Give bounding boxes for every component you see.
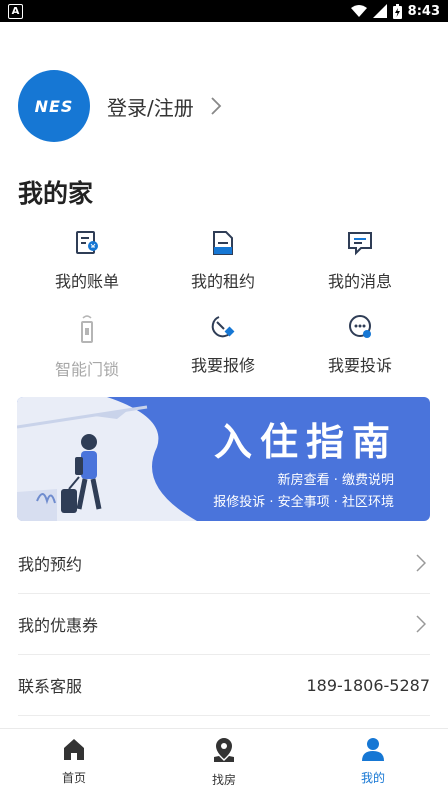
grid-item-bill[interactable]: 我的账单: [22, 228, 152, 294]
chevron-right-icon: [416, 615, 426, 633]
customer-service-phone[interactable]: 189-1806-5287: [306, 676, 430, 695]
grid-label-message: 我的消息: [327, 272, 392, 291]
grid-label-complaint: 我要投诉: [327, 356, 392, 375]
grid-label-lease: 我的租约: [190, 272, 255, 291]
status-time: 8:43: [407, 3, 440, 19]
tab-label-mine: 我的: [360, 771, 385, 785]
status-icons: 8:43: [350, 2, 440, 20]
user-icon: [362, 738, 384, 761]
chevron-right-icon: [211, 97, 222, 115]
grid-item-smart-lock: 智能门锁: [22, 312, 152, 379]
tab-label-find-house: 找房: [211, 773, 236, 787]
signal-icon: [372, 4, 387, 18]
tab-label-home: 首页: [61, 771, 86, 785]
home-icon: [64, 739, 84, 760]
message-icon: [348, 232, 372, 256]
grid-label-smart-lock: 智能门锁: [54, 360, 119, 379]
list-label-coupons: 我的优惠券: [18, 616, 99, 635]
profile-header[interactable]: NES 登录/注册: [18, 70, 428, 142]
grid-label-bill: 我的账单: [54, 272, 119, 291]
grid-item-complaint[interactable]: 我要投诉: [295, 312, 425, 378]
list-label-customer-service: 联系客服: [18, 677, 83, 696]
banner-subtitle-line1: 新房查看 · 缴费说明: [277, 473, 394, 488]
lease-icon: [213, 231, 233, 255]
complaint-icon: [349, 315, 371, 338]
tab-find-house[interactable]: 找房: [174, 737, 274, 788]
tab-home[interactable]: 首页: [24, 737, 124, 786]
banner-subtitle-line2: 报修投诉 · 安全事项 · 社区环境: [213, 495, 394, 510]
list-item-coupons[interactable]: 我的优惠券: [18, 594, 430, 655]
grid-label-repair: 我要报修: [190, 356, 255, 375]
avatar-logo-text: NES: [34, 96, 74, 116]
location-pin-icon: [214, 738, 234, 762]
move-in-guide-banner[interactable]: 入住指南 新房查看 · 缴费说明 报修投诉 · 安全事项 · 社区环境: [17, 397, 430, 521]
smart-lock-icon: [81, 315, 93, 343]
list-item-customer-service[interactable]: 联系客服 189-1806-5287: [18, 655, 430, 716]
bill-icon: [76, 231, 98, 254]
grid-item-message[interactable]: 我的消息: [295, 228, 425, 294]
list-label-appointments: 我的预约: [18, 555, 83, 574]
status-bar: A 8:43: [0, 0, 448, 22]
grid-item-lease[interactable]: 我的租约: [158, 228, 288, 294]
grid-item-repair[interactable]: 我要报修: [158, 312, 288, 378]
battery-icon: [392, 3, 402, 19]
bottom-tab-bar: 首页 找房 我的: [0, 728, 448, 791]
tab-mine[interactable]: 我的: [323, 737, 423, 786]
repair-icon: [211, 316, 235, 338]
banner-title: 入住指南: [213, 420, 398, 464]
section-title-my-home: 我的家: [18, 179, 94, 208]
list-item-appointments[interactable]: 我的预约: [18, 533, 430, 594]
wifi-icon: [350, 4, 367, 17]
chevron-right-icon: [416, 554, 426, 572]
account-list: 我的预约 我的优惠券 联系客服 189-1806-5287: [18, 533, 430, 716]
avatar[interactable]: NES: [18, 70, 90, 142]
app-notification-icon: A: [8, 4, 23, 19]
login-register-link[interactable]: 登录/注册: [107, 92, 194, 121]
